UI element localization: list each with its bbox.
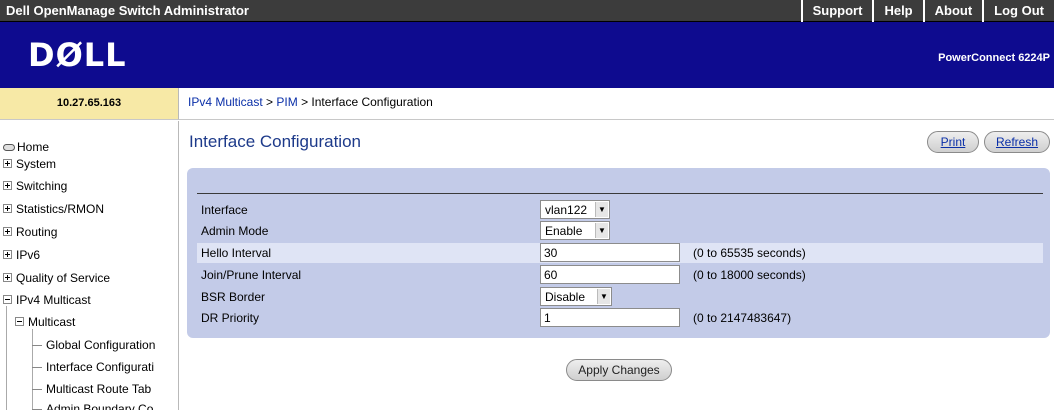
collapse-icon[interactable]: [15, 317, 24, 326]
support-link[interactable]: Support: [800, 0, 873, 22]
expand-icon[interactable]: [3, 227, 12, 236]
hello-interval-label: Hello Interval: [201, 246, 272, 260]
expand-icon[interactable]: [3, 273, 12, 282]
refresh-button[interactable]: Refresh: [984, 131, 1050, 153]
join-prune-label: Join/Prune Interval: [201, 268, 302, 282]
sidebar-item-qos[interactable]: Quality of Service: [3, 271, 110, 285]
chevron-down-icon: ▼: [595, 223, 608, 238]
bsr-border-select[interactable]: Disable ▼: [540, 287, 612, 306]
sidebar-item-switching[interactable]: Switching: [3, 179, 67, 193]
admin-mode-label: Admin Mode: [201, 224, 269, 238]
expand-icon[interactable]: [3, 159, 12, 168]
model-name: PowerConnect 6224P: [938, 52, 1050, 64]
sidebar-item-ipv4-multicast[interactable]: IPv4 Multicast: [3, 293, 91, 307]
sidebar-item-route-table[interactable]: Multicast Route Tab: [32, 382, 151, 396]
sidebar-item-label: Statistics/RMON: [16, 202, 105, 216]
dr-priority-input[interactable]: 1: [540, 308, 680, 327]
bsr-border-value: Disable: [545, 290, 586, 304]
divider: [197, 193, 1043, 194]
sidebar-item-label: Home: [17, 140, 50, 154]
breadcrumb-ipv4-multicast[interactable]: IPv4 Multicast: [188, 95, 263, 109]
chevron-down-icon: ▼: [595, 202, 608, 217]
app-title: Dell OpenManage Switch Administrator: [6, 3, 249, 18]
switch-ip: 10.27.65.163: [0, 88, 179, 120]
chevron-down-icon: ▼: [597, 289, 610, 304]
sidebar-item-home[interactable]: Home: [3, 140, 49, 154]
hello-interval-range: (0 to 65535 seconds): [693, 246, 806, 260]
sidebar-item-admin-boundary[interactable]: Admin Boundary Co: [32, 402, 153, 410]
admin-mode-value: Enable: [545, 224, 583, 238]
breadcrumb-separator: >: [297, 95, 312, 109]
sidebar-item-multicast[interactable]: Multicast: [15, 315, 75, 329]
tree-connector: [32, 345, 42, 347]
sidebar-item-label: System: [16, 157, 57, 171]
print-button[interactable]: Print: [927, 131, 979, 153]
tree-connector: [32, 389, 42, 391]
interface-value: vlan122: [545, 203, 588, 217]
top-links: Support Help About Log Out: [800, 0, 1054, 22]
about-link[interactable]: About: [922, 0, 983, 22]
sidebar-item-routing[interactable]: Routing: [3, 225, 57, 239]
sidebar-item-label: Admin Boundary Co: [46, 402, 154, 410]
dr-priority-range: (0 to 2147483647): [693, 311, 792, 325]
sidebar-item-statistics[interactable]: Statistics/RMON: [3, 202, 104, 216]
breadcrumb: IPv4 Multicast > PIM > Interface Configu…: [179, 88, 1054, 120]
expand-icon[interactable]: [3, 181, 12, 190]
sidebar-item-label: Routing: [16, 225, 58, 239]
tree-connector: [32, 367, 42, 369]
logout-link[interactable]: Log Out: [982, 0, 1054, 22]
sidebar-item-label: Quality of Service: [16, 271, 111, 285]
expand-icon[interactable]: [3, 204, 12, 213]
help-link[interactable]: Help: [872, 0, 922, 22]
home-icon: [3, 144, 15, 152]
sidebar: Home System Switching Statistics/RMON Ro…: [0, 121, 179, 410]
top-bar: Dell OpenManage Switch Administrator Sup…: [0, 0, 1054, 22]
interface-select[interactable]: vlan122 ▼: [540, 200, 610, 219]
admin-mode-select[interactable]: Enable ▼: [540, 221, 610, 240]
dr-priority-label: DR Priority: [201, 311, 260, 325]
bsr-border-label: BSR Border: [201, 290, 266, 304]
expand-icon[interactable]: [3, 250, 12, 259]
breadcrumb-current: Interface Configuration: [311, 95, 433, 109]
sidebar-item-label: IPv6: [16, 248, 41, 262]
breadcrumb-separator: >: [262, 95, 277, 109]
sidebar-item-ipv6[interactable]: IPv6: [3, 248, 40, 262]
join-prune-range: (0 to 18000 seconds): [693, 268, 806, 282]
page-title: Interface Configuration: [189, 132, 361, 151]
breadcrumb-pim[interactable]: PIM: [276, 95, 297, 109]
sidebar-item-label: Multicast Route Tab: [46, 382, 152, 396]
sidebar-item-label: Global Configuration: [46, 338, 156, 352]
apply-changes-button[interactable]: Apply Changes: [566, 359, 672, 381]
interface-label: Interface: [201, 203, 248, 217]
brand-bar: DØLL PowerConnect 6224P: [0, 22, 1054, 88]
sidebar-item-system[interactable]: System: [3, 157, 56, 171]
sidebar-item-interface-config[interactable]: Interface Configurati: [32, 360, 154, 374]
collapse-icon[interactable]: [3, 295, 12, 304]
join-prune-input[interactable]: 60: [540, 265, 680, 284]
hello-interval-input[interactable]: 30: [540, 243, 680, 262]
sidebar-item-label: IPv4 Multicast: [16, 293, 91, 307]
sidebar-item-label: Interface Configurati: [46, 360, 155, 374]
sidebar-item-global-config[interactable]: Global Configuration: [32, 338, 155, 352]
dell-logo: DØLL: [28, 36, 127, 74]
sidebar-item-label: Switching: [16, 179, 68, 193]
sidebar-item-label: Multicast: [28, 315, 76, 329]
tree-line: [6, 306, 7, 410]
